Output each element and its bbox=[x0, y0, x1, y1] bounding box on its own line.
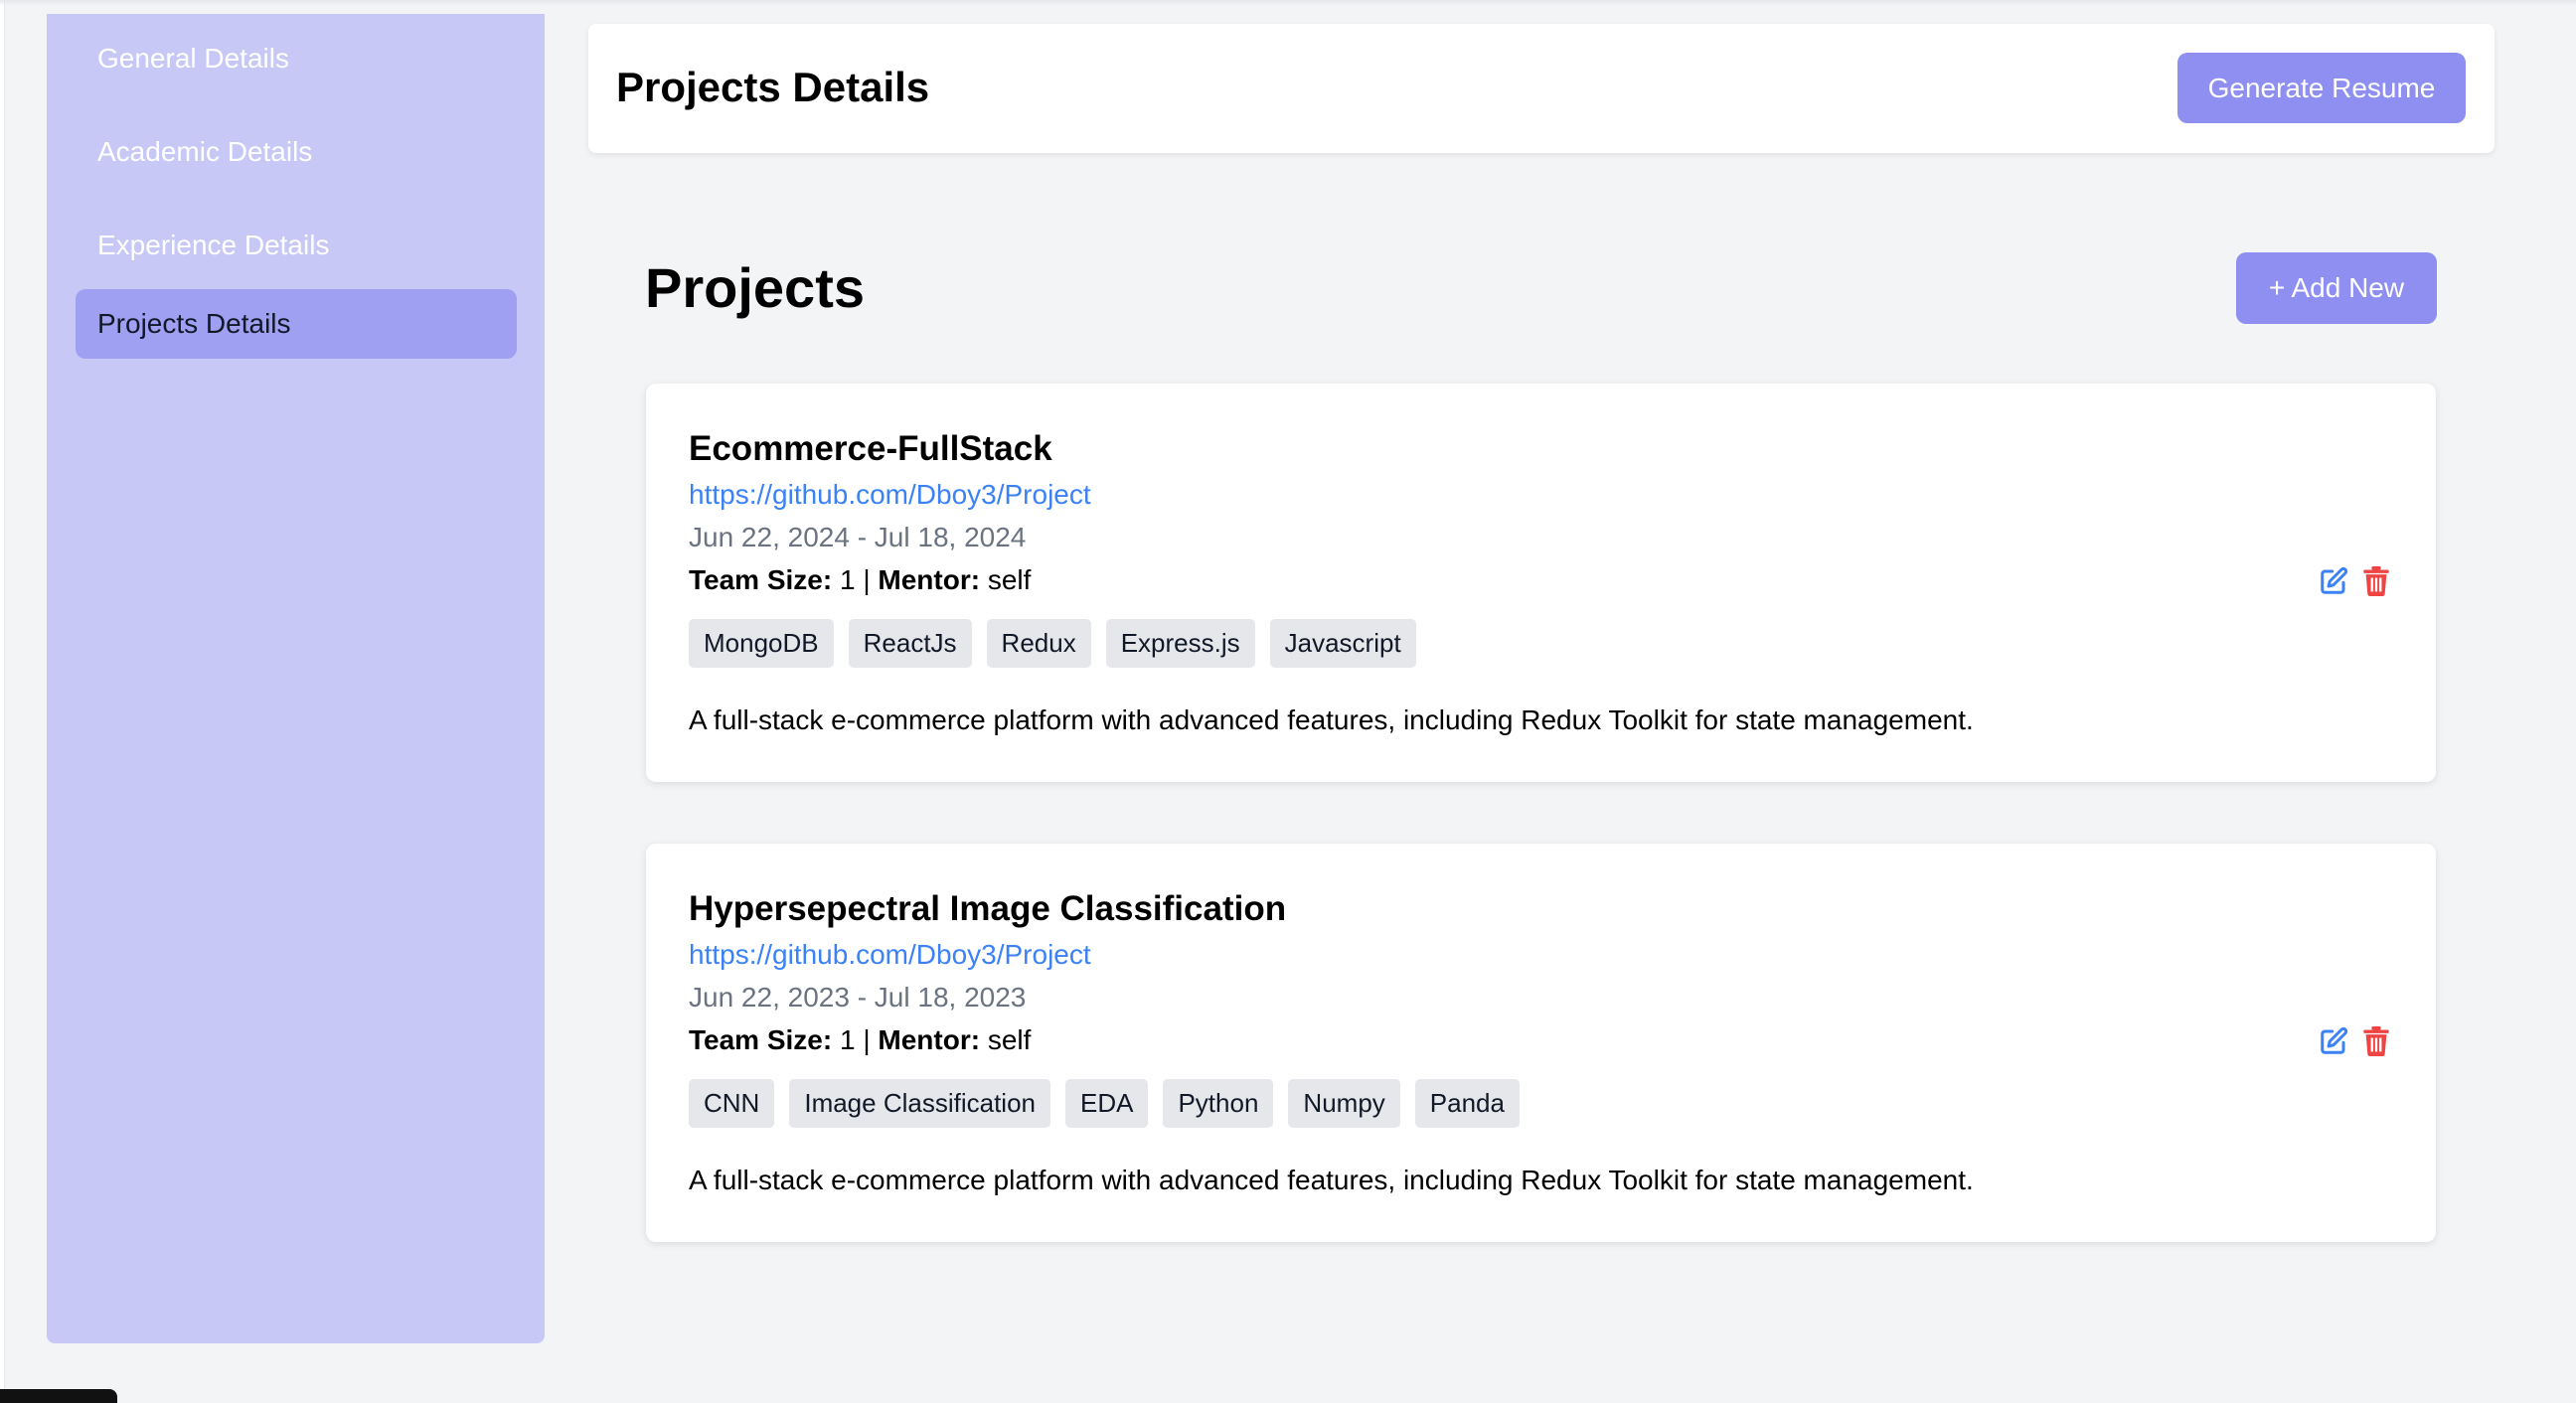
team-size-value: 1 bbox=[839, 564, 856, 595]
project-card: Ecommerce-FullStack https://github.com/D… bbox=[646, 384, 2436, 782]
tag: Python bbox=[1163, 1079, 1274, 1128]
tag: Javascript bbox=[1269, 619, 1416, 668]
tag: CNN bbox=[689, 1079, 775, 1128]
page-title: Projects Details bbox=[616, 64, 930, 110]
edit-icon[interactable] bbox=[2318, 1025, 2349, 1057]
project-dates: Jun 22, 2023 - Jul 18, 2023 bbox=[689, 982, 1027, 1013]
edit-icon[interactable] bbox=[2318, 565, 2349, 597]
mentor-value: self bbox=[987, 1024, 1032, 1055]
project-description: A full-stack e-commerce platform with ad… bbox=[689, 1165, 1974, 1195]
meta-separator: | bbox=[863, 1024, 871, 1055]
window-left-edge bbox=[0, 0, 5, 1403]
generate-resume-button[interactable]: Generate Resume bbox=[2177, 53, 2466, 123]
tag: Numpy bbox=[1288, 1079, 1400, 1128]
tag: MongoDB bbox=[689, 619, 834, 668]
project-dates: Jun 22, 2024 - Jul 18, 2024 bbox=[689, 522, 1027, 552]
tag: ReactJs bbox=[848, 619, 972, 668]
tag: Redux bbox=[986, 619, 1091, 668]
team-size-value: 1 bbox=[839, 1024, 856, 1055]
meta-separator: | bbox=[863, 564, 871, 595]
team-size-label: Team Size: bbox=[689, 564, 833, 595]
top-shadow bbox=[0, 0, 2576, 6]
team-size-label: Team Size: bbox=[689, 1024, 833, 1055]
sidebar-item-experience-details[interactable]: Experience Details bbox=[76, 211, 517, 280]
tag: Image Classification bbox=[789, 1079, 1050, 1128]
section-title: Projects bbox=[645, 256, 865, 319]
trash-icon[interactable] bbox=[2360, 565, 2392, 597]
project-description: A full-stack e-commerce platform with ad… bbox=[689, 704, 1974, 735]
project-link[interactable]: https://github.com/Dboy3/Project bbox=[689, 479, 1091, 511]
sidebar: General Details Academic Details Experie… bbox=[47, 14, 545, 1343]
tag-list: CNN Image Classification EDA Python Nump… bbox=[689, 1079, 1520, 1128]
tag: Express.js bbox=[1105, 619, 1255, 668]
mentor-value: self bbox=[987, 564, 1032, 595]
sidebar-item-general-details[interactable]: General Details bbox=[76, 24, 517, 93]
sidebar-item-academic-details[interactable]: Academic Details bbox=[76, 117, 517, 187]
mentor-label: Mentor: bbox=[878, 1024, 981, 1055]
tag: EDA bbox=[1065, 1079, 1149, 1128]
sidebar-item-projects-details[interactable]: Projects Details bbox=[76, 289, 517, 359]
tooltip-fragment bbox=[0, 1389, 117, 1403]
trash-icon[interactable] bbox=[2360, 1025, 2392, 1057]
project-title: Ecommerce-FullStack bbox=[689, 429, 1052, 468]
page-header: Projects Details Generate Resume bbox=[588, 24, 2495, 153]
project-card: Hypersepectral Image Classification http… bbox=[646, 844, 2436, 1242]
project-meta: Team Size: 1 | Mentor: self bbox=[689, 1024, 1031, 1056]
app-page: General Details Academic Details Experie… bbox=[0, 0, 2576, 1403]
add-new-button[interactable]: + Add New bbox=[2236, 252, 2437, 324]
tag: Panda bbox=[1414, 1079, 1520, 1128]
mentor-label: Mentor: bbox=[878, 564, 981, 595]
project-link[interactable]: https://github.com/Dboy3/Project bbox=[689, 939, 1091, 971]
project-title: Hypersepectral Image Classification bbox=[689, 889, 1287, 928]
project-meta: Team Size: 1 | Mentor: self bbox=[689, 564, 1031, 596]
tag-list: MongoDB ReactJs Redux Express.js Javascr… bbox=[689, 619, 1416, 668]
